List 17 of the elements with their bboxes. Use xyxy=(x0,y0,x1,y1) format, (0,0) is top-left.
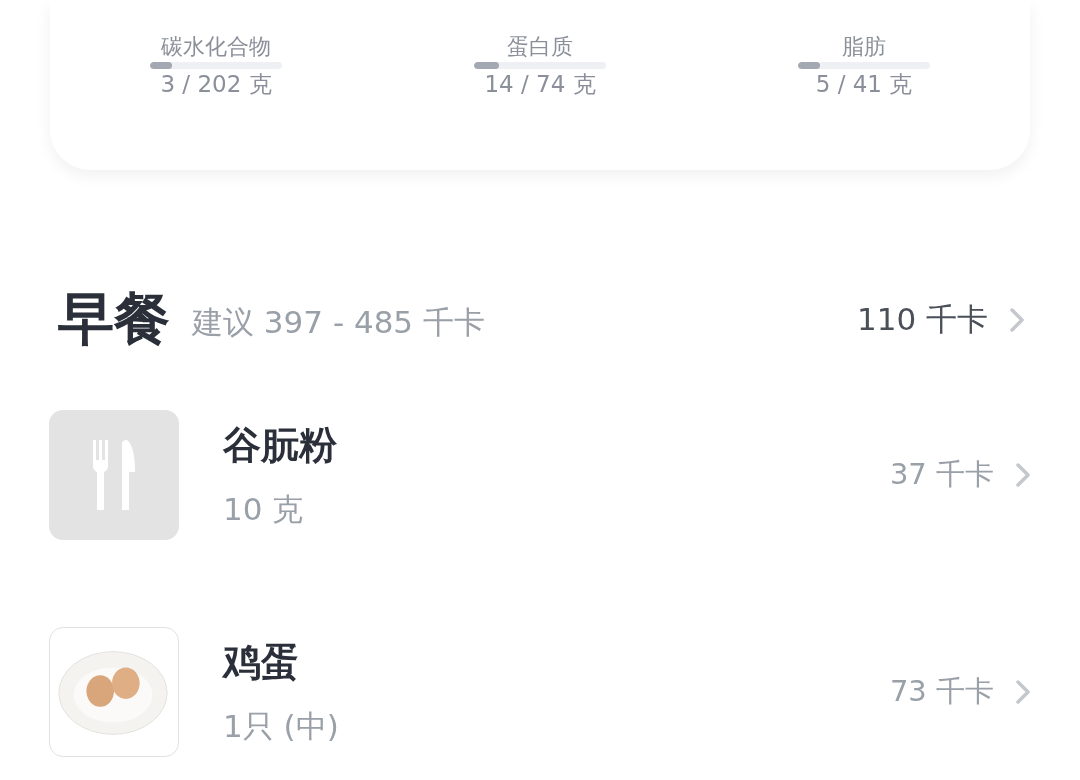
chevron-right-icon[interactable] xyxy=(1010,308,1024,332)
chevron-right-icon[interactable] xyxy=(1016,463,1030,487)
nutrient-amount: 3 / 202 克 xyxy=(160,70,272,99)
meal-title: 早餐 xyxy=(58,285,170,353)
nutrient-label: 碳水化合物 xyxy=(161,33,271,61)
food-portion: 1只 (中) xyxy=(223,706,340,746)
chevron-right-icon[interactable] xyxy=(1016,680,1030,704)
food-portion: 10 克 xyxy=(223,489,305,529)
nutrient-amount: 14 / 74 克 xyxy=(484,70,596,99)
food-name[interactable]: 鸡蛋 xyxy=(223,636,890,688)
food-name[interactable]: 谷朊粉 xyxy=(223,419,890,471)
nutrient-label: 脂肪 xyxy=(842,33,886,61)
suggested-calories: 建议 397 - 485 千卡 xyxy=(192,303,485,342)
meal-total-calories[interactable]: 110 千卡 xyxy=(856,299,988,341)
nutrient-label: 蛋白质 xyxy=(507,33,573,61)
cutlery-icon xyxy=(49,410,179,540)
nutrient-amount: 5 / 41 克 xyxy=(815,70,913,99)
